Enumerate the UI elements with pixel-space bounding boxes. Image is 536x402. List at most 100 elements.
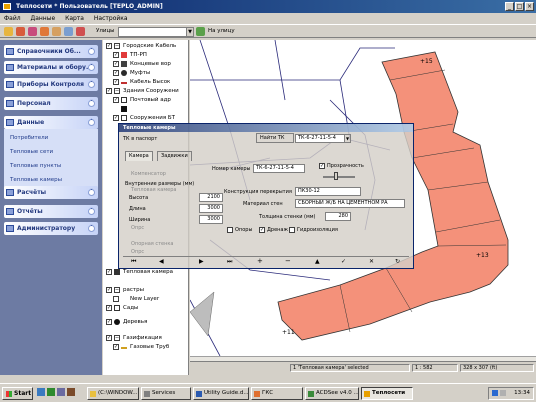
layer-checkbox[interactable] <box>113 296 119 302</box>
maximize-button[interactable]: □ <box>515 2 524 11</box>
link-heat-points[interactable]: Тепловые пункты <box>10 163 61 169</box>
menu-map[interactable]: Карта <box>61 13 88 24</box>
pan-hand-icon[interactable] <box>52 27 61 36</box>
supports-checkbox[interactable] <box>227 227 233 233</box>
go-arrow-icon[interactable] <box>196 27 205 36</box>
section-references[interactable]: Справочники Об... ˅ <box>4 45 98 58</box>
taskbar-button-utility-guide[interactable]: Utility Guide.d... <box>193 387 249 400</box>
tab-valves[interactable]: Задвижки <box>157 151 192 161</box>
layer-checkbox[interactable]: ✓ <box>113 70 119 76</box>
cancel-record-icon[interactable]: ✕ <box>369 258 374 265</box>
post-record-icon[interactable]: ✓ <box>341 258 346 265</box>
tree-item[interactable] <box>103 105 188 114</box>
taskbar-button-acdsee[interactable]: ACDSee v4.0 ... <box>305 387 359 400</box>
layer-checkbox[interactable]: ✓ <box>113 61 119 67</box>
tree-item[interactable]: ✓ − Газификация <box>103 334 188 343</box>
tree-item[interactable]: ✓ Концевые вор <box>103 60 188 69</box>
chevron-down-icon[interactable]: ˅ <box>88 48 95 55</box>
wall-material-select[interactable]: СБОРНЫЙ Ж/Б НА ЦЕМЕНТНОМ РА <box>295 199 405 208</box>
layer-checkbox[interactable]: ✓ <box>106 43 112 49</box>
taskbar-button-windows[interactable]: (C:\WINDOW... <box>87 387 139 400</box>
transparent-checkbox[interactable]: ✓ <box>319 163 325 169</box>
tree-item[interactable]: ✓ Сооружения БТ <box>103 114 188 123</box>
layer-checkbox[interactable]: ✓ <box>113 79 119 85</box>
tree-item[interactable]: ✓ − растры <box>103 286 188 295</box>
minimize-button[interactable]: _ <box>505 2 514 11</box>
camera-number-field[interactable]: ТК-6-27-11-5-4 <box>253 164 305 173</box>
close-button[interactable]: × <box>525 2 534 11</box>
layer-checkbox[interactable]: ✓ <box>106 335 112 341</box>
section-personnel[interactable]: Персонал ˅ <box>4 97 98 110</box>
add-record-icon[interactable]: + <box>257 257 263 265</box>
tree-item[interactable]: ✓ − Здания Сооружени <box>103 87 188 96</box>
refresh-record-icon[interactable]: ↻ <box>395 258 400 265</box>
length-field[interactable]: 3000 <box>199 204 223 213</box>
taskbar-button-services[interactable]: Services <box>141 387 191 400</box>
section-data[interactable]: Данные ˄ <box>4 116 98 129</box>
transparency-slider-thumb[interactable] <box>334 172 338 180</box>
layers-icon[interactable] <box>40 27 49 36</box>
width-field[interactable]: 3000 <box>199 215 223 224</box>
menu-settings[interactable]: Настройка <box>90 13 132 24</box>
chevron-down-icon[interactable]: ˅ <box>88 64 95 71</box>
tab-chamber[interactable]: Камера <box>125 151 153 161</box>
tree-item[interactable]: ✓ Почтовый адр <box>103 96 188 105</box>
layer-checkbox[interactable]: ✓ <box>106 88 112 94</box>
chevron-down-icon[interactable]: ˅ <box>88 208 95 215</box>
chevron-down-icon[interactable]: ˅ <box>88 81 95 88</box>
delete-record-icon[interactable]: − <box>285 257 291 265</box>
search-dropdown-button[interactable]: ▼ <box>344 134 351 143</box>
tray-speaker-icon[interactable] <box>500 390 506 396</box>
wall-thickness-field[interactable]: 280 <box>325 212 351 221</box>
layer-checkbox[interactable]: ✓ <box>113 344 119 350</box>
taskbar-button-teploseti[interactable]: Теплосети <box>361 387 413 400</box>
edit-record-icon[interactable]: ▲ <box>315 258 320 265</box>
tree-item[interactable]: ✓ Кабель Высок <box>103 78 188 87</box>
next-record-icon[interactable]: ▶ <box>199 258 204 265</box>
link-consumers[interactable]: Потребители <box>10 135 48 141</box>
section-reports[interactable]: Отчёты ˅ <box>4 205 98 218</box>
overlap-select[interactable]: ПК30-12 <box>295 187 361 196</box>
tree-item[interactable]: ✓ − Городские Кабель <box>103 42 188 51</box>
print-icon[interactable] <box>16 27 25 36</box>
chevron-down-icon[interactable]: ˅ <box>88 189 95 196</box>
tree-item[interactable]: ✓ Газовые Труб <box>103 343 188 352</box>
tree-item[interactable]: ✓ Сады <box>103 304 188 313</box>
waterproof-checkbox[interactable] <box>289 227 295 233</box>
layer-checkbox[interactable]: ✓ <box>106 287 112 293</box>
menu-data[interactable]: Данные <box>27 13 60 24</box>
quicklaunch-app-icon[interactable] <box>67 388 75 396</box>
find-chamber-button[interactable]: Найти ТК <box>256 133 294 143</box>
height-field[interactable]: 2100 <box>199 193 223 202</box>
layer-checkbox[interactable]: ✓ <box>106 269 112 275</box>
zoom-icon[interactable] <box>28 27 37 36</box>
select-icon[interactable] <box>64 27 73 36</box>
expand-toggle[interactable]: − <box>114 43 120 49</box>
chevron-down-icon[interactable]: ˅ <box>88 225 95 232</box>
layer-checkbox[interactable]: ✓ <box>106 305 112 311</box>
expand-toggle[interactable]: − <box>114 335 120 341</box>
chamber-search-field[interactable]: ТК-6-27-11-5-4 <box>295 134 345 143</box>
last-record-icon[interactable]: ⏭ <box>227 258 232 266</box>
link-heat-chambers[interactable]: Тепловые камеры <box>10 177 62 183</box>
quicklaunch-desktop-icon[interactable] <box>37 388 45 396</box>
expand-toggle[interactable]: − <box>114 287 120 293</box>
chevron-down-icon[interactable]: ˅ <box>88 100 95 107</box>
prev-record-icon[interactable]: ◀ <box>159 258 164 265</box>
transparency-slider[interactable] <box>323 176 355 178</box>
start-button[interactable]: Start <box>2 387 33 400</box>
section-calculations[interactable]: Расчёты ˅ <box>4 186 98 199</box>
chevron-up-icon[interactable]: ˄ <box>88 119 95 126</box>
quicklaunch-ie-icon[interactable] <box>47 388 55 396</box>
section-admin[interactable]: Администратору ˅ <box>4 222 98 235</box>
tray-language-icon[interactable] <box>492 390 498 396</box>
tree-item[interactable]: New Layer <box>103 295 188 304</box>
link-heat-networks[interactable]: Тепловые сети <box>10 149 53 155</box>
measure-icon[interactable] <box>76 27 85 36</box>
expand-toggle[interactable]: − <box>114 88 120 94</box>
quicklaunch-app-icon[interactable] <box>57 388 65 396</box>
taskbar-button-gks[interactable]: ГКС <box>251 387 303 400</box>
tree-item[interactable]: ✓ ТП-РП <box>103 51 188 60</box>
menu-file[interactable]: Файл <box>0 13 25 24</box>
section-materials[interactable]: Материалы и обору... ˅ <box>4 61 98 74</box>
